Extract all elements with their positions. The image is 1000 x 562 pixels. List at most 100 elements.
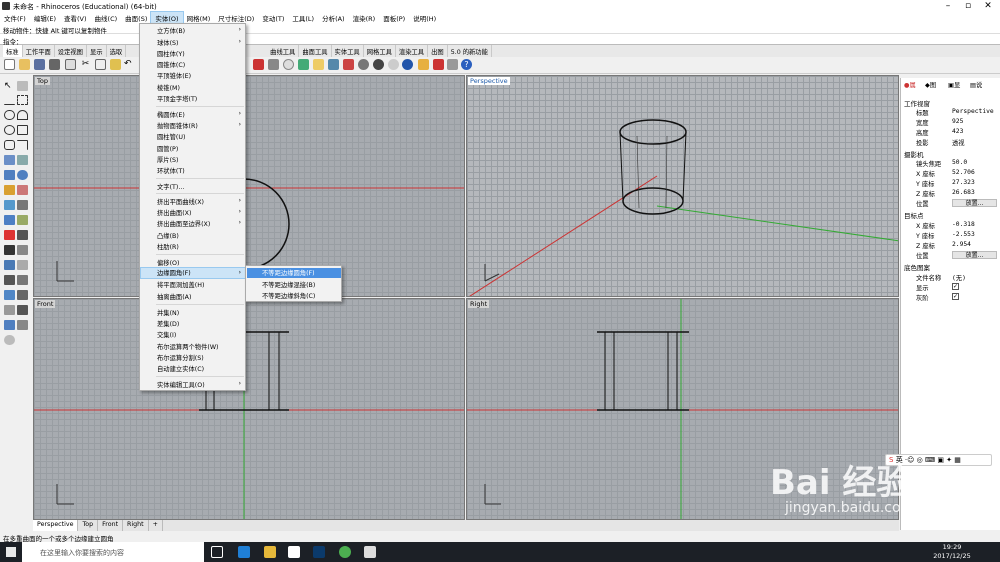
vtab-front[interactable]: Front: [98, 520, 124, 531]
menu-item-extrude-surface[interactable]: 挤出曲面(X): [157, 208, 191, 217]
ellipse-icon[interactable]: [4, 125, 15, 135]
menu-solid[interactable]: 实体(O): [150, 11, 184, 24]
tab-cplanes[interactable]: 工作平面: [23, 45, 55, 57]
prop-value[interactable]: -0.318: [952, 221, 975, 228]
tab-new-in-v5[interactable]: 5.0 的新功能: [448, 45, 492, 57]
menu-item-truncated-pyramid[interactable]: 平顶金字塔(T): [157, 94, 197, 103]
grayscale-checkbox[interactable]: ✓: [952, 293, 959, 300]
camera-place-button[interactable]: 放置...: [952, 199, 997, 207]
hide-icon[interactable]: [4, 275, 15, 285]
menu-item-extrude-to-boundary[interactable]: 挤出曲面至边界(X): [157, 219, 210, 228]
taskbar-search[interactable]: 在这里输入你要搜索的内容: [22, 542, 204, 562]
explode-icon[interactable]: [17, 230, 28, 240]
move-icon[interactable]: [4, 200, 15, 210]
menu-item-union[interactable]: 并集(N): [157, 308, 179, 317]
menu-view[interactable]: 查看(V): [60, 12, 91, 23]
menu-item-variable-chamfer[interactable]: 不等距边缘斜角(C): [262, 291, 315, 300]
prop-value[interactable]: 423: [952, 128, 963, 135]
box-icon[interactable]: [4, 170, 15, 180]
rotate-icon[interactable]: [17, 200, 28, 210]
select-arrow-icon[interactable]: ↖: [4, 81, 15, 91]
text-icon[interactable]: [17, 260, 28, 270]
prop-value[interactable]: 925: [952, 118, 963, 125]
grid-icon[interactable]: [4, 305, 15, 315]
taskbar-clock[interactable]: 19:29 2017/12/25: [932, 543, 972, 561]
render-icon[interactable]: [253, 59, 264, 70]
menu-curve[interactable]: 曲线(C): [91, 12, 122, 23]
curve-icon[interactable]: [17, 95, 28, 105]
menu-item-create-solid[interactable]: 自动建立实体(C): [157, 364, 204, 373]
prop-value[interactable]: 52.706: [952, 169, 975, 176]
viewport-perspective[interactable]: Perspective: [466, 75, 899, 297]
polygon-icon[interactable]: [4, 140, 15, 150]
maximize-button[interactable]: ▫: [958, 0, 978, 12]
tab-set-view[interactable]: 设定视图: [55, 45, 87, 57]
menu-item-offset[interactable]: 偏移(O): [157, 258, 179, 267]
paste-icon[interactable]: [110, 59, 121, 70]
layer-icon[interactable]: [298, 59, 309, 70]
render-preview-icon[interactable]: [4, 320, 15, 330]
viewport-right-label[interactable]: Right: [468, 300, 490, 308]
trim-icon[interactable]: [17, 215, 28, 225]
menu-file[interactable]: 文件(F): [0, 12, 30, 23]
help-icon[interactable]: ?: [461, 59, 472, 70]
material-icon[interactable]: [343, 59, 354, 70]
curvature-icon[interactable]: [17, 290, 28, 300]
solid-sphere-icon[interactable]: [17, 170, 28, 180]
mesh-icon[interactable]: [17, 185, 28, 195]
tab-mesh-tools[interactable]: 网格工具: [364, 45, 396, 57]
join-icon[interactable]: [4, 215, 15, 225]
menu-item-rib[interactable]: 柱肋(R): [157, 242, 179, 251]
array-icon[interactable]: [17, 245, 28, 255]
photoshop-icon[interactable]: [313, 546, 325, 558]
menu-item-difference[interactable]: 差集(D): [157, 319, 179, 328]
extrude-icon[interactable]: [17, 155, 28, 165]
menu-item-slab[interactable]: 厚片(S): [157, 155, 179, 164]
open-file-icon[interactable]: [19, 59, 30, 70]
close-button[interactable]: ✕: [978, 0, 998, 12]
prop-value[interactable]: 50.0: [952, 159, 967, 166]
check-icon[interactable]: [17, 305, 28, 315]
vtab-top[interactable]: Top: [78, 520, 99, 531]
menu-analyze[interactable]: 分析(A): [318, 12, 349, 23]
menu-panels[interactable]: 面板(P): [379, 12, 409, 23]
light-bulb-icon[interactable]: [313, 59, 324, 70]
rectangle-icon[interactable]: [17, 125, 28, 135]
menu-tools[interactable]: 工具(L): [288, 12, 318, 23]
menu-item-ellipsoid[interactable]: 椭圆体(E): [157, 110, 185, 119]
edge-browser-icon[interactable]: [238, 546, 250, 558]
tab-display-panel[interactable]: ▣显: [948, 80, 960, 89]
fillet-curve-icon[interactable]: [17, 140, 28, 150]
tab-display[interactable]: 显示: [87, 45, 107, 57]
shaded-sphere-icon[interactable]: [373, 59, 384, 70]
menu-transform[interactable]: 变动(T): [258, 12, 288, 23]
circle-icon[interactable]: [4, 110, 15, 120]
menu-help[interactable]: 说明(H): [409, 12, 440, 23]
options-icon[interactable]: [447, 59, 458, 70]
menu-item-sphere[interactable]: 球体(S): [157, 38, 179, 47]
menu-item-torus[interactable]: 环状体(T): [157, 166, 185, 175]
menu-item-truncated-cone[interactable]: 平顶锥体(E): [157, 71, 191, 80]
prop-value[interactable]: 26.683: [952, 189, 975, 196]
lock-icon[interactable]: [17, 275, 28, 285]
menu-item-flange[interactable]: 凸缘(B): [157, 231, 179, 240]
rendered-sphere-icon[interactable]: [388, 59, 399, 70]
dimension-icon[interactable]: [4, 260, 15, 270]
import-icon[interactable]: [65, 59, 76, 70]
blue-sphere-icon[interactable]: [402, 59, 413, 70]
tab-surface-tools[interactable]: 曲面工具: [299, 45, 332, 57]
menu-dimension[interactable]: 尺寸标注(D): [214, 12, 258, 23]
menu-item-intersection[interactable]: 交集(I): [157, 330, 176, 339]
viewport-top[interactable]: Top: [33, 75, 465, 297]
boolean-icon[interactable]: [4, 185, 15, 195]
new-file-icon[interactable]: [4, 59, 15, 70]
filter-icon[interactable]: [418, 59, 429, 70]
menu-item-edge-fillet[interactable]: 边缘圆角(F): [140, 267, 246, 279]
properties-icon[interactable]: [328, 59, 339, 70]
menu-edit[interactable]: 编辑(E): [30, 12, 60, 23]
snap-icon[interactable]: [433, 59, 444, 70]
menu-mesh[interactable]: 网格(M): [183, 12, 215, 23]
viewport-top-label[interactable]: Top: [35, 77, 50, 85]
prop-value[interactable]: (无): [952, 273, 966, 282]
file-explorer-icon[interactable]: [264, 546, 276, 558]
